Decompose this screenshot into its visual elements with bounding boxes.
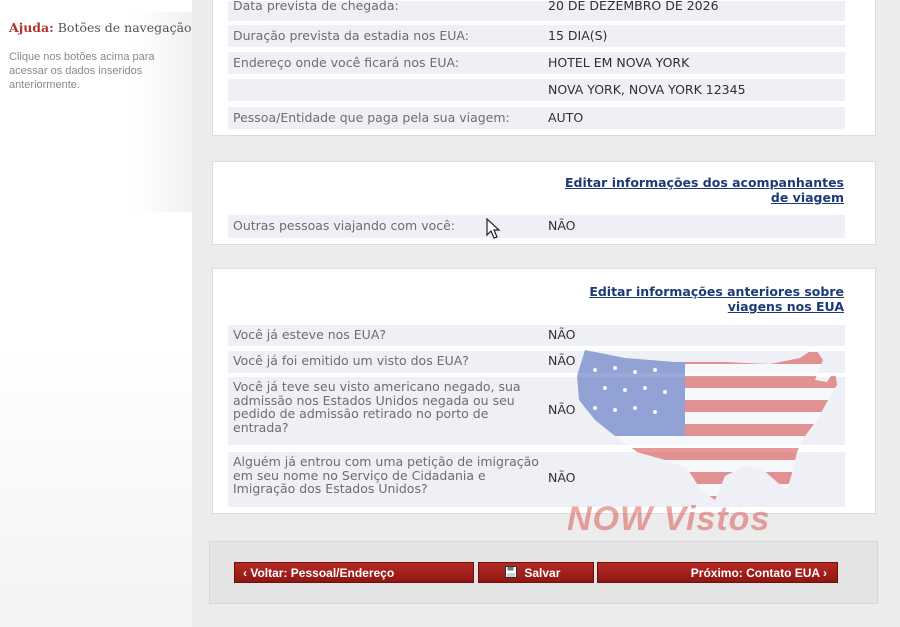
table-row: Pessoa/Entidade que paga pela sua viagem…	[228, 107, 845, 129]
save-button[interactable]: Salvar	[478, 562, 594, 583]
field-value: NÃO	[548, 402, 576, 417]
travel-info-section: Data prevista de chegada: 20 DE DEZEMBRO…	[212, 0, 876, 136]
field-label: Você já esteve nos EUA?	[233, 327, 387, 342]
chevron-right-icon: ›	[823, 566, 827, 580]
edit-companions-link[interactable]: Editar informações dos acompanhantes de …	[565, 175, 844, 205]
table-row: NOVA YORK, NOVA YORK 12345	[228, 79, 845, 101]
field-value: AUTO	[548, 110, 584, 125]
field-value: NÃO	[548, 218, 576, 233]
edit-companions-link-line2: de viagem	[770, 190, 844, 205]
help-text: Clique nos botões acima para acessar os …	[9, 51, 155, 91]
save-button-label: Salvar	[524, 566, 561, 580]
floppy-disk-icon	[505, 566, 517, 578]
next-button-label: Próximo: Contato EUA	[690, 566, 820, 580]
navigation-bar: ‹ Voltar: Pessoal/Endereço Salvar Próxim…	[209, 541, 878, 604]
watermark-text: NOW Vistos	[567, 500, 771, 538]
back-button-label: Voltar: Pessoal/Endereço	[250, 566, 395, 580]
table-row: Outras pessoas viajando com você: NÃO	[228, 215, 845, 238]
table-row: Duração prevista da estadia nos EUA: 15 …	[228, 25, 845, 47]
field-label: Endereço onde você ficará nos EUA:	[233, 55, 460, 70]
field-value: 20 DE DEZEMBRO DE 2026	[548, 0, 719, 13]
field-value: NÃO	[548, 470, 576, 485]
help-title: Ajuda: Botões de navegação	[9, 20, 192, 36]
field-label: Alguém já entrou com uma petição de imig…	[233, 454, 539, 496]
table-row: Endereço onde você ficará nos EUA: HOTEL…	[228, 52, 845, 74]
companions-section: Editar informações dos acompanhantes de …	[212, 161, 876, 245]
field-label: Duração prevista da estadia nos EUA:	[233, 28, 469, 43]
table-row: Você já teve seu visto americano negado,…	[228, 377, 845, 445]
help-title-rest: Botões de navegação	[53, 20, 192, 35]
table-row: Você já esteve nos EUA? NÃO	[228, 325, 845, 346]
field-value: NÃO	[548, 327, 576, 342]
previous-travel-section: Editar informações anteriores sobre viag…	[212, 268, 876, 514]
help-title-strong: Ajuda:	[9, 20, 54, 35]
field-label: Outras pessoas viajando com você:	[233, 218, 456, 233]
field-label: Você já teve seu visto americano negado,…	[233, 379, 521, 435]
back-button[interactable]: ‹ Voltar: Pessoal/Endereço	[234, 562, 474, 583]
field-label: Data prevista de chegada:	[233, 0, 399, 13]
field-value: HOTEL EM NOVA YORK	[548, 55, 690, 70]
field-value: NÃO	[548, 353, 576, 368]
edit-previous-travel-link-line2: viagens nos EUA	[727, 299, 844, 314]
field-label: Pessoa/Entidade que paga pela sua viagem…	[233, 110, 510, 125]
help-sidebar: Ajuda: Botões de navegação Clique nos bo…	[0, 0, 192, 627]
field-value: NOVA YORK, NOVA YORK 12345	[548, 82, 746, 97]
field-value: 15 DIA(S)	[548, 28, 608, 43]
main-content: Data prevista de chegada: 20 DE DEZEMBRO…	[200, 0, 900, 627]
table-row: Alguém já entrou com uma petição de imig…	[228, 452, 845, 507]
edit-previous-travel-link-line1: Editar informações anteriores sobre	[589, 284, 844, 299]
table-row: Data prevista de chegada: 20 DE DEZEMBRO…	[228, 0, 845, 21]
table-row: Você já foi emitido um visto dos EUA? NÃ…	[228, 351, 845, 373]
edit-companions-link-line1: Editar informações dos acompanhantes	[565, 175, 844, 190]
field-label: Você já foi emitido um visto dos EUA?	[233, 353, 469, 368]
edit-previous-travel-link[interactable]: Editar informações anteriores sobre viag…	[589, 284, 844, 314]
help-panel: Ajuda: Botões de navegação Clique nos bo…	[0, 12, 192, 212]
mouse-pointer-icon	[486, 218, 501, 239]
chevron-left-icon: ‹	[243, 566, 247, 580]
next-button[interactable]: Próximo: Contato EUA ›	[597, 562, 838, 583]
